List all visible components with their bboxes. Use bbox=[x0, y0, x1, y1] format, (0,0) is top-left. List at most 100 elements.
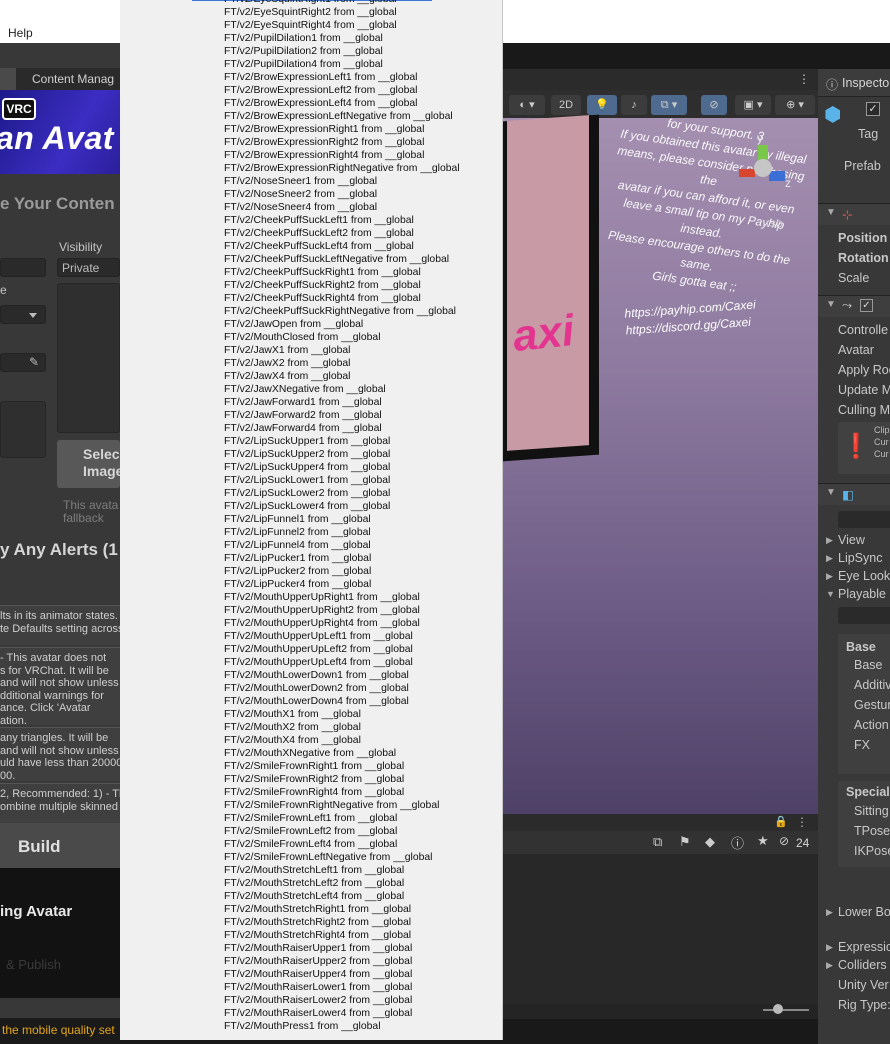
parameter-list-item[interactable]: FT/v2/MouthUpperUpRight4 from __global bbox=[224, 617, 460, 630]
parameter-list-item[interactable]: FT/v2/JawForward1 from __global bbox=[224, 396, 460, 409]
parameter-list-item[interactable]: FT/v2/SmileFrownRight2 from __global bbox=[224, 773, 460, 786]
parameter-list-item[interactable]: FT/v2/SmileFrownRight4 from __global bbox=[224, 786, 460, 799]
lipsync-foldout[interactable]: LipSync bbox=[838, 551, 882, 565]
parameter-list-item[interactable]: FT/v2/LipSuckLower4 from __global bbox=[224, 500, 460, 513]
build-avatar-button[interactable]: ing Avatar bbox=[0, 903, 72, 920]
tab-content-manager[interactable]: Content Manag bbox=[32, 72, 114, 86]
parameter-list-item[interactable]: FT/v2/LipFunnel2 from __global bbox=[224, 526, 460, 539]
camera-dropdown[interactable]: ▣ ▾ bbox=[735, 95, 771, 115]
additive-layer-button[interactable]: Additiv bbox=[854, 678, 890, 692]
transform-header[interactable]: ▼ ⊹ bbox=[818, 203, 890, 225]
view-foldout[interactable]: View bbox=[838, 533, 865, 547]
parameter-list-item[interactable]: FT/v2/JawOpen from __global bbox=[224, 318, 460, 331]
parameter-list-item[interactable]: FT/v2/JawForward4 from __global bbox=[224, 422, 460, 435]
animator-enabled-checkbox[interactable]: ✓ bbox=[860, 299, 873, 312]
parameter-list-item[interactable]: FT/v2/LipSuckUpper4 from __global bbox=[224, 461, 460, 474]
parameter-list-item[interactable]: FT/v2/LipPucker4 from __global bbox=[224, 578, 460, 591]
gesture-layer-button[interactable]: Gestur bbox=[854, 698, 890, 712]
parameter-list-item[interactable]: FT/v2/MouthStretchRight2 from __global bbox=[224, 916, 460, 929]
parameter-list-item[interactable]: FT/v2/JawX4 from __global bbox=[224, 370, 460, 383]
parameter-list-item[interactable]: FT/v2/CheekPuffSuckLeft2 from __global bbox=[224, 227, 460, 240]
parameter-list-item[interactable]: FT/v2/CheekPuffSuckLeft4 from __global bbox=[224, 240, 460, 253]
parameter-list-item[interactable]: FT/v2/MouthUpperUpRight1 from __global bbox=[224, 591, 460, 604]
playable-layers-foldout[interactable]: Playable bbox=[838, 587, 886, 601]
scene-view[interactable]: ⋮ ◐ ▾ 2D 💡 ♪ ⧉ ▾ ⊘ ▣ ▾ ⊕ ▾ axi for your … bbox=[503, 69, 818, 814]
parameter-list-item[interactable]: FT/v2/JawX1 from __global bbox=[224, 344, 460, 357]
parameter-list-item[interactable]: FT/v2/BrowExpressionRight2 from __global bbox=[224, 136, 460, 149]
parameter-list-item[interactable]: FT/v2/MouthRaiserUpper2 from __global bbox=[224, 955, 460, 968]
parameter-list-item[interactable]: FT/v2/SmileFrownRight1 from __global bbox=[224, 760, 460, 773]
search-by-type-icon[interactable]: ⧉ bbox=[653, 834, 662, 850]
parameter-list-item[interactable]: FT/v2/NoseSneer2 from __global bbox=[224, 188, 460, 201]
foldout-arrow-icon[interactable]: ▼ bbox=[826, 207, 836, 218]
colliders-foldout[interactable]: Colliders bbox=[838, 958, 887, 972]
parameter-list-item[interactable]: FT/v2/BrowExpressionRightNegative from _… bbox=[224, 162, 460, 175]
parameter-list-item[interactable]: FT/v2/LipFunnel1 from __global bbox=[224, 513, 460, 526]
parameter-list-item[interactable]: FT/v2/LipFunnel4 from __global bbox=[224, 539, 460, 552]
parameter-dropdown-list[interactable]: FT/v2/EyeSquintRight1 from __globalFT/v2… bbox=[120, 0, 503, 1040]
foldout-arrow-icon[interactable]: ▶ bbox=[826, 942, 833, 953]
parameter-list-item[interactable]: FT/v2/SmileFrownLeftNegative from __glob… bbox=[224, 851, 460, 864]
parameter-list-item[interactable]: FT/v2/BrowExpressionLeft2 from __global bbox=[224, 84, 460, 97]
foldout-arrow-icon[interactable]: ▼ bbox=[826, 299, 836, 310]
visibility-dropdown[interactable]: Private bbox=[57, 258, 120, 277]
parameter-list-item[interactable]: FT/v2/CheekPuffSuckRight2 from __global bbox=[224, 279, 460, 292]
playable-layers-field[interactable] bbox=[838, 607, 890, 624]
parameter-list-item[interactable]: FT/v2/CheekPuffSuckRight4 from __global bbox=[224, 292, 460, 305]
parameter-list-item[interactable]: FT/v2/MouthUpperUpLeft4 from __global bbox=[224, 656, 460, 669]
parameter-list-item[interactable]: FT/v2/MouthRaiserUpper4 from __global bbox=[224, 968, 460, 981]
console-body[interactable] bbox=[503, 854, 818, 1004]
favorite-star-icon[interactable]: ★ bbox=[757, 833, 769, 849]
panel-tab-previous[interactable] bbox=[0, 68, 16, 90]
foldout-arrow-icon[interactable]: ▼ bbox=[826, 589, 835, 599]
parameter-list-item[interactable]: FT/v2/MouthUpperUpRight2 from __global bbox=[224, 604, 460, 617]
parameter-list-item[interactable]: FT/v2/PupilDilation1 from __global bbox=[224, 32, 460, 45]
toggle-2d-button[interactable]: 2D bbox=[551, 95, 581, 115]
select-image-button[interactable]: Selec Image bbox=[57, 440, 120, 488]
inspector-tab[interactable]: ⓘ Inspecto bbox=[818, 69, 890, 97]
parameter-list-item[interactable]: FT/v2/MouthXNegative from __global bbox=[224, 747, 460, 760]
parameter-list-item[interactable]: FT/v2/CheekPuffSuckRight1 from __global bbox=[224, 266, 460, 279]
more-options-icon[interactable]: ⋮ bbox=[798, 72, 810, 86]
shading-mode-dropdown[interactable]: ◐ ▾ bbox=[509, 95, 545, 115]
animator-header[interactable]: ▼ ⤳ ✓ bbox=[818, 295, 890, 317]
expressions-foldout[interactable]: Expression bbox=[838, 940, 890, 954]
parameter-list-item[interactable]: FT/v2/BrowExpressionRight1 from __global bbox=[224, 123, 460, 136]
parameter-list-item[interactable]: FT/v2/BrowExpressionRight4 from __global bbox=[224, 149, 460, 162]
parameter-list-item[interactable]: FT/v2/CheekPuffSuckRightNegative from __… bbox=[224, 305, 460, 318]
parameter-list-item[interactable]: FT/v2/JawXNegative from __global bbox=[224, 383, 460, 396]
parameter-list-item[interactable]: FT/v2/MouthUpperUpLeft1 from __global bbox=[224, 630, 460, 643]
parameter-list-item[interactable]: FT/v2/MouthRaiserUpper1 from __global bbox=[224, 942, 460, 955]
parameter-list-item[interactable]: FT/v2/SmileFrownLeft2 from __global bbox=[224, 825, 460, 838]
parameter-list-item[interactable]: FT/v2/MouthStretchLeft1 from __global bbox=[224, 864, 460, 877]
parameter-list-item[interactable]: FT/v2/MouthClosed from __global bbox=[224, 331, 460, 344]
foldout-arrow-icon[interactable]: ▶ bbox=[826, 960, 833, 971]
parameter-list-item[interactable]: FT/v2/MouthX4 from __global bbox=[224, 734, 460, 747]
parameter-list-item[interactable]: FT/v2/BrowExpressionLeft1 from __global bbox=[224, 71, 460, 84]
parameter-list-item[interactable]: FT/v2/LipSuckLower1 from __global bbox=[224, 474, 460, 487]
parameter-list-item[interactable]: FT/v2/SmileFrownRightNegative from __glo… bbox=[224, 799, 460, 812]
parameter-list-item[interactable]: FT/v2/MouthLowerDown4 from __global bbox=[224, 695, 460, 708]
parameter-list-item[interactable]: FT/v2/JawForward2 from __global bbox=[224, 409, 460, 422]
parameter-list-item[interactable]: FT/v2/MouthStretchRight1 from __global bbox=[224, 903, 460, 916]
pencil-icon[interactable]: ✎ bbox=[29, 355, 39, 369]
foldout-arrow-icon[interactable]: ▶ bbox=[826, 907, 833, 918]
zoom-slider-handle[interactable] bbox=[773, 1004, 783, 1014]
parameter-list-item[interactable]: FT/v2/PupilDilation4 from __global bbox=[224, 58, 460, 71]
gizmo-x-axis[interactable] bbox=[739, 169, 755, 177]
description-textarea[interactable] bbox=[0, 401, 46, 458]
parameter-list-item[interactable]: FT/v2/SmileFrownLeft1 from __global bbox=[224, 812, 460, 825]
gizmo-z-axis[interactable] bbox=[769, 171, 785, 181]
parameter-list-item[interactable]: FT/v2/BrowExpressionLeftNegative from __… bbox=[224, 110, 460, 123]
help-menu[interactable]: Help bbox=[8, 26, 33, 40]
parameter-list-item[interactable]: FT/v2/NoseSneer1 from __global bbox=[224, 175, 460, 188]
parameter-list-item[interactable]: FT/v2/EyeSquintRight2 from __global bbox=[224, 6, 460, 19]
parameter-list-item[interactable]: FT/v2/NoseSneer4 from __global bbox=[224, 201, 460, 214]
name-input[interactable] bbox=[0, 258, 46, 277]
foldout-arrow-icon[interactable]: ▶ bbox=[826, 535, 833, 546]
action-layer-button[interactable]: Action bbox=[854, 718, 889, 732]
parameter-list-item[interactable]: FT/v2/MouthStretchLeft4 from __global bbox=[224, 890, 460, 903]
parameter-list-item[interactable]: FT/v2/LipSuckUpper1 from __global bbox=[224, 435, 460, 448]
parameter-list-item[interactable]: FT/v2/PupilDilation2 from __global bbox=[224, 45, 460, 58]
parameter-list-item[interactable]: FT/v2/MouthRaiserLower2 from __global bbox=[224, 994, 460, 1007]
